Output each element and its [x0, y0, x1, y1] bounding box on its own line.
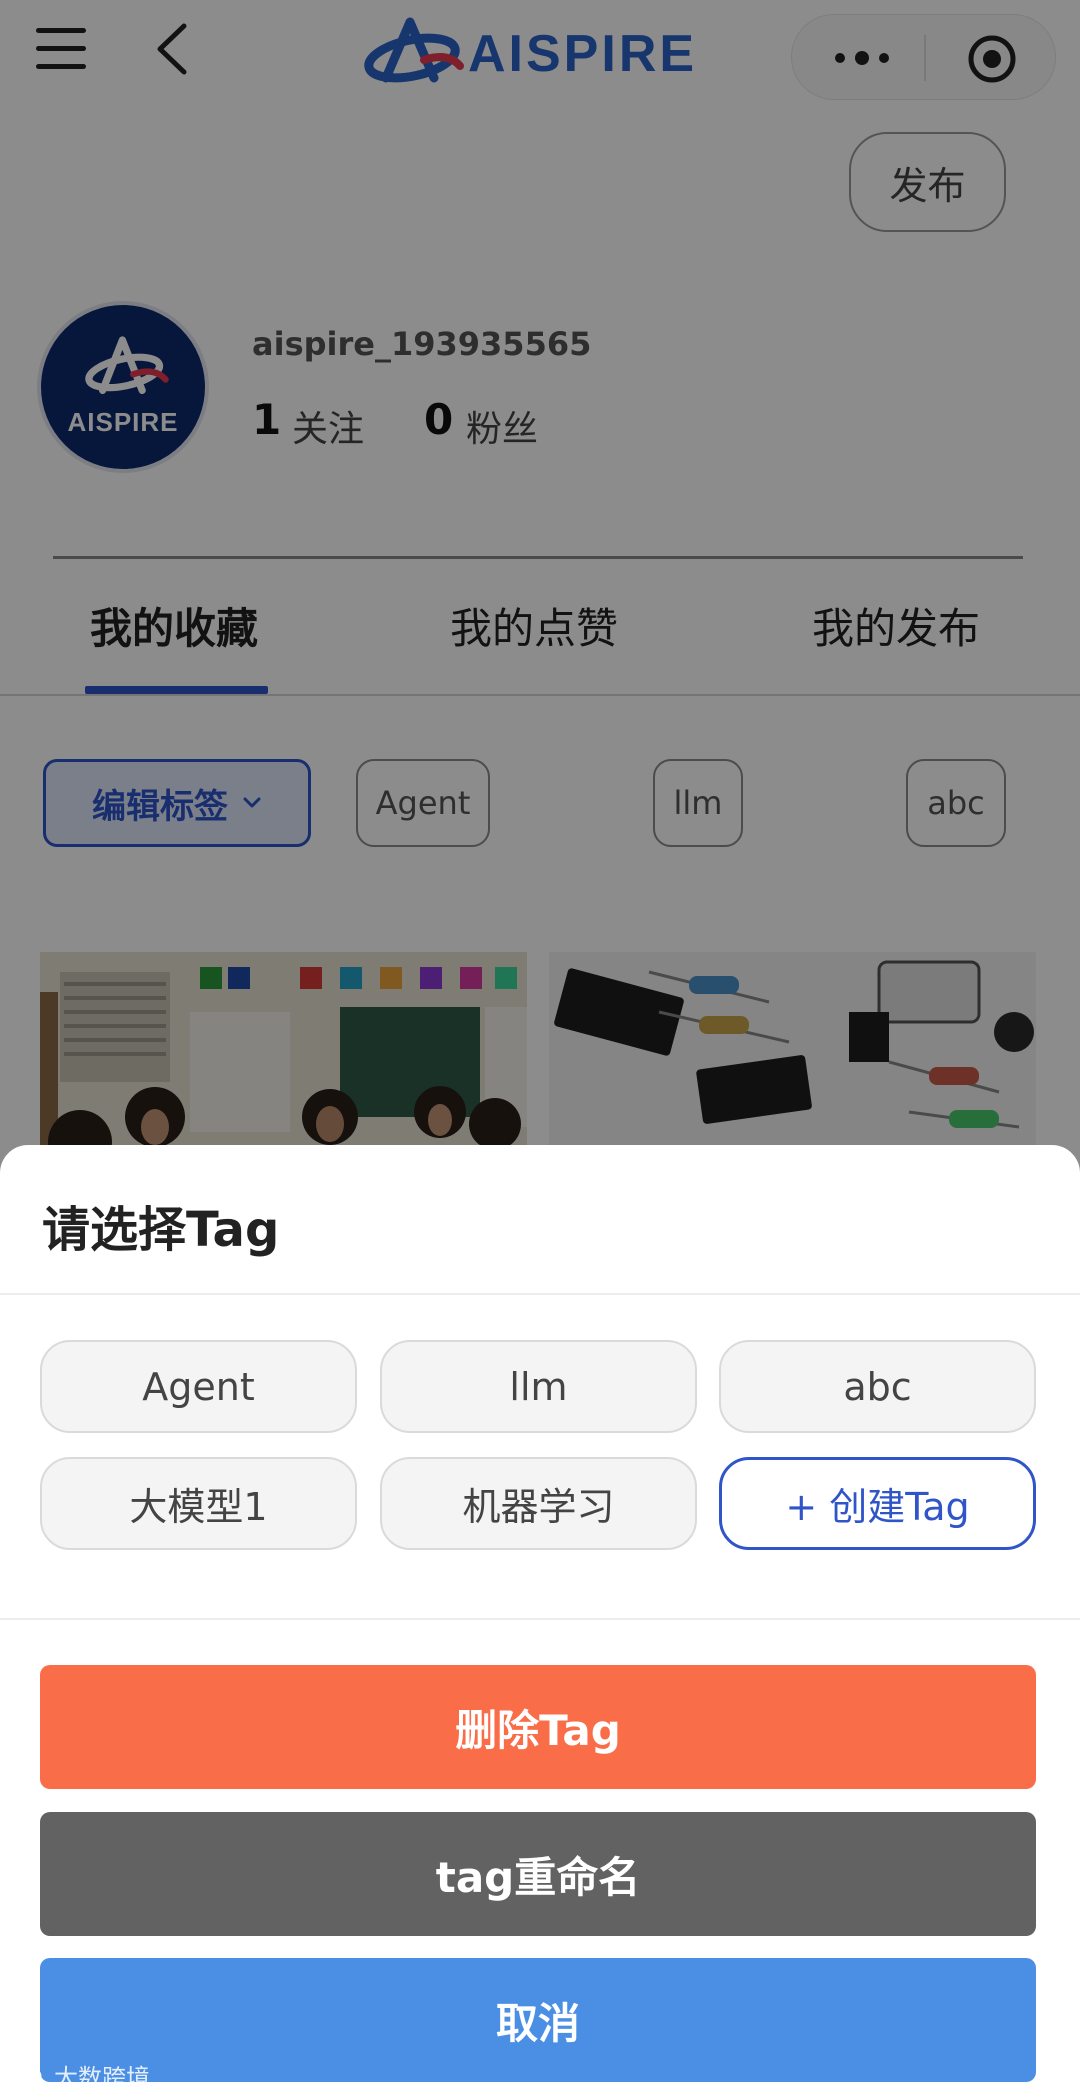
- tag-option-large-model-1[interactable]: 大模型1: [40, 1457, 357, 1550]
- watermark-text: 大数跨境: [54, 2064, 150, 2092]
- sheet-divider-top: [0, 1293, 1080, 1295]
- sheet-title: 请选择Tag: [42, 1202, 280, 1258]
- watermark-logo-icon: [8, 2066, 42, 2085]
- sheet-divider-bottom: [0, 1618, 1080, 1620]
- delete-tag-button[interactable]: 删除Tag: [40, 1665, 1036, 1789]
- tag-option-machine-learning[interactable]: 机器学习: [380, 1457, 697, 1550]
- watermark: 大数跨境: [8, 2058, 150, 2093]
- tag-option-abc[interactable]: abc: [719, 1340, 1036, 1433]
- cancel-button[interactable]: 取消: [40, 1958, 1036, 2082]
- tag-option-agent[interactable]: Agent: [40, 1340, 357, 1433]
- tag-select-sheet: 请选择Tag Agent llm abc 大模型1 机器学习 + 创建Tag 删…: [0, 1145, 1080, 2095]
- create-tag-button[interactable]: + 创建Tag: [719, 1457, 1036, 1550]
- rename-tag-button[interactable]: tag重命名: [40, 1812, 1036, 1936]
- tag-option-llm[interactable]: llm: [380, 1340, 697, 1433]
